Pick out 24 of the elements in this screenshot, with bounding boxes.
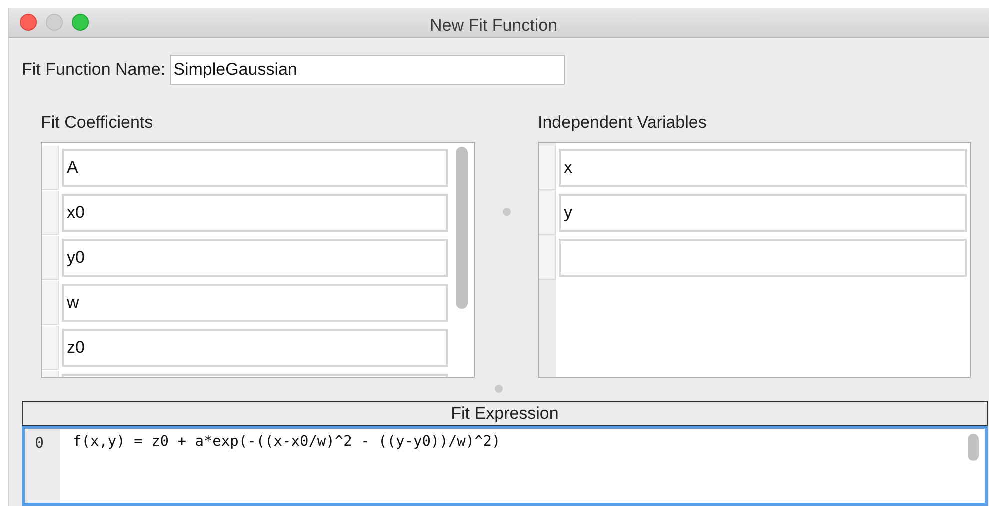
cell-field[interactable]: y0	[62, 239, 448, 277]
section-header: Fit Expression	[22, 401, 988, 426]
code-line: f(x,y) = z0 + a*exp(-((x-x0/w)^2 - ((y-y0))/w)^2)	[72, 433, 501, 452]
zoom-button[interactable]	[72, 14, 89, 31]
cell-field[interactable]: w	[62, 284, 448, 322]
cell-field[interactable]: z0	[62, 329, 448, 367]
cell-field[interactable]	[559, 239, 967, 277]
splitter-handle[interactable]	[495, 385, 503, 394]
cell-field[interactable]: x	[559, 149, 967, 187]
list-title: Fit Coefficients	[41, 112, 154, 134]
window-title: New Fit Function	[430, 15, 558, 37]
scrollbar-thumb[interactable]	[968, 434, 979, 461]
code-editor[interactable]: 0 f(x,y) = z0 + a*exp(-((x-x0/w)^2 - ((y-y0))/w)^2)	[22, 426, 988, 506]
scrollbar-thumb[interactable]	[456, 146, 468, 308]
cell-field[interactable]: x0	[62, 194, 448, 232]
list-title: Independent Variables	[538, 112, 708, 134]
line-number: 0	[25, 429, 60, 503]
minimize-button[interactable]	[46, 14, 63, 31]
cell-field[interactable]: y	[559, 194, 967, 232]
name-field[interactable]: SimpleGaussian	[170, 55, 565, 85]
cell-field[interactable]: A	[62, 149, 448, 187]
splitter-handle[interactable]	[502, 208, 510, 216]
field-label: Fit Function Name:	[22, 59, 166, 82]
close-button[interactable]	[20, 14, 37, 31]
